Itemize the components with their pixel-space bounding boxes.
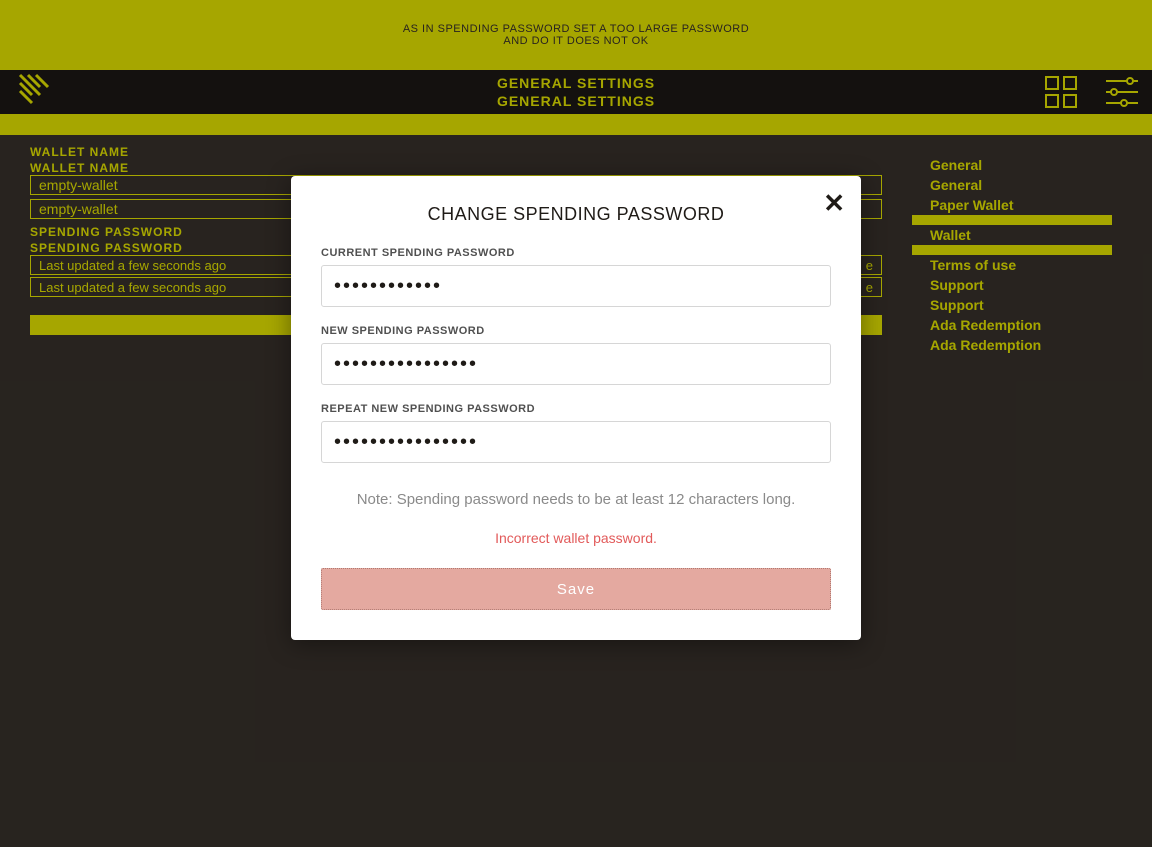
new-password-label: NEW SPENDING PASSWORD xyxy=(321,325,831,337)
password-error: Incorrect wallet password. xyxy=(321,530,831,546)
modal-overlay: ✕ CHANGE SPENDING PASSWORD CURRENT SPEND… xyxy=(0,0,1152,847)
change-password-modal: ✕ CHANGE SPENDING PASSWORD CURRENT SPEND… xyxy=(291,176,861,640)
repeat-password-label: REPEAT NEW SPENDING PASSWORD xyxy=(321,403,831,415)
save-button[interactable]: Save xyxy=(321,568,831,610)
current-password-input[interactable] xyxy=(321,265,831,307)
repeat-password-input[interactable] xyxy=(321,421,831,463)
modal-title: CHANGE SPENDING PASSWORD xyxy=(321,204,831,225)
current-password-label: CURRENT SPENDING PASSWORD xyxy=(321,247,831,259)
password-note: Note: Spending password needs to be at l… xyxy=(321,491,831,508)
new-password-input[interactable] xyxy=(321,343,831,385)
close-icon[interactable]: ✕ xyxy=(823,188,845,219)
